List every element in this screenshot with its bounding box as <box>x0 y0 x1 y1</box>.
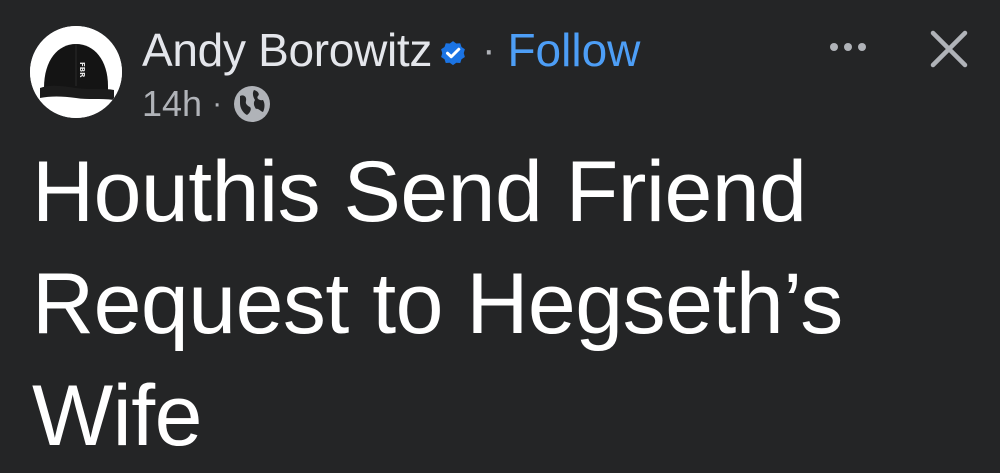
separator-dot: · <box>482 27 496 72</box>
cap-logo-text: FBR <box>78 62 86 78</box>
meta-separator-dot: · <box>212 87 223 120</box>
post-timestamp[interactable]: 14h <box>142 83 202 125</box>
author-avatar[interactable]: FBR <box>30 26 122 118</box>
post-meta: 14h · <box>142 82 272 126</box>
follow-button[interactable]: Follow <box>507 23 640 77</box>
more-options-icon[interactable] <box>822 30 874 64</box>
verified-badge-icon <box>438 38 468 68</box>
cap-image: FBR <box>30 26 122 118</box>
author-row: Andy Borowitz · Follow <box>142 22 640 78</box>
post-header: FBR Andy Borowitz · Follow 14h · <box>0 0 1000 130</box>
post-headline: Houthis Send Friend Request to Hegseth’s… <box>32 144 843 464</box>
close-icon[interactable] <box>926 26 972 72</box>
author-name[interactable]: Andy Borowitz <box>142 23 432 77</box>
globe-icon[interactable] <box>232 84 272 124</box>
